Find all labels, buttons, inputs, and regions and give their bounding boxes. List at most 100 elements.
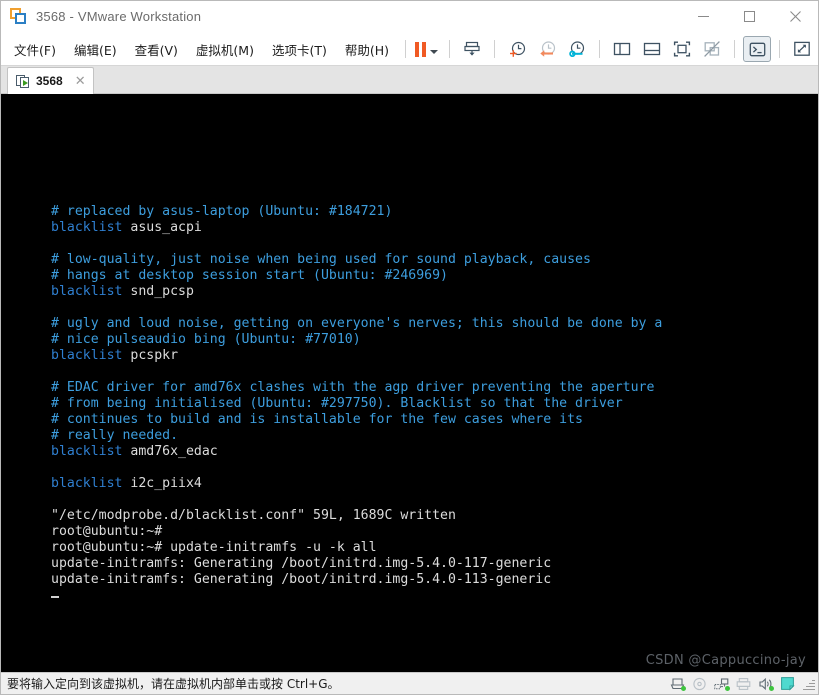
terminal-text: update-initramfs: Generating /boot/initr…	[51, 556, 552, 571]
terminal-line: blacklist pcspkr	[51, 348, 818, 364]
terminal-text: i2c_piix4	[122, 476, 202, 491]
suspend-button[interactable]	[415, 41, 427, 57]
toolbar-divider-6	[779, 40, 781, 58]
snapshot-add-icon	[508, 40, 527, 59]
terminal-text: root@ubuntu:~# update-initramfs -u -k al…	[51, 540, 377, 555]
maximize-button[interactable]	[726, 2, 772, 32]
unity-disabled-icon	[703, 40, 721, 58]
status-device-usb[interactable]	[776, 675, 798, 693]
tab-strip: 3568 ✕	[1, 66, 818, 94]
device-status-dot	[769, 685, 774, 691]
status-device-harddisk[interactable]	[666, 675, 688, 693]
show-thumbnails-button[interactable]	[638, 36, 666, 62]
terminal-line: blacklist i2c_piix4	[51, 476, 818, 492]
printer-icon	[736, 677, 751, 691]
fullscreen-icon	[673, 40, 691, 58]
close-button[interactable]	[772, 2, 818, 32]
menu-file[interactable]: 文件(F)	[6, 36, 64, 63]
snapshot-manager-button[interactable]	[563, 36, 591, 62]
menu-and-toolbar: 文件(F) 编辑(E) 查看(V) 虚拟机(M) 选项卡(T) 帮助(H)	[1, 33, 818, 66]
revert-snapshot-button[interactable]	[533, 36, 561, 62]
title-bar: 3568 - VMware Workstation	[1, 1, 818, 33]
terminal-text: # continues to build and is installable …	[51, 412, 583, 427]
terminal-line: root@ubuntu:~#	[51, 524, 818, 540]
snapshot-manager-icon	[568, 40, 587, 59]
terminal-line: update-initramfs: Generating /boot/initr…	[51, 572, 818, 588]
terminal-text: blacklist	[51, 220, 123, 235]
status-device-network[interactable]	[710, 675, 732, 693]
terminal-icon	[749, 41, 766, 58]
usb-device-icon	[780, 676, 795, 691]
terminal-text: blacklist	[51, 348, 123, 363]
watermark-text: CSDN @Cappuccino-jay	[645, 653, 806, 668]
vm-running-icon	[16, 74, 30, 88]
unity-mode-button[interactable]	[698, 36, 726, 62]
chevron-down-icon	[430, 50, 439, 54]
terminal-text: # replaced by asus-laptop (Ubuntu: #1847…	[51, 204, 393, 219]
status-device-sound[interactable]	[754, 675, 776, 693]
fullscreen-button[interactable]	[668, 36, 696, 62]
terminal-line: root@ubuntu:~# update-initramfs -u -k al…	[51, 540, 818, 556]
toolbar-divider-4	[599, 40, 601, 58]
send-ctrl-alt-del-button[interactable]	[458, 36, 486, 62]
terminal-text: # hangs at desktop session start (Ubuntu…	[51, 268, 448, 283]
terminal-line	[51, 588, 818, 604]
terminal-line: update-initramfs: Generating /boot/initr…	[51, 556, 818, 572]
resize-grip[interactable]	[801, 677, 815, 691]
terminal-text: # low-quality, just noise when being use…	[51, 252, 591, 267]
terminal-text: amd76x_edac	[122, 444, 218, 459]
terminal-line: blacklist snd_pcsp	[51, 284, 818, 300]
vm-console-screen[interactable]: # replaced by asus-laptop (Ubuntu: #1847…	[1, 94, 818, 672]
terminal-line: blacklist amd76x_edac	[51, 444, 818, 460]
device-status-dot	[681, 685, 686, 691]
menu-edit[interactable]: 编辑(E)	[66, 36, 125, 63]
status-device-cdrom[interactable]	[688, 675, 710, 693]
power-dropdown[interactable]	[426, 37, 442, 61]
tab-3568[interactable]: 3568 ✕	[7, 67, 94, 94]
cd-icon	[692, 677, 707, 691]
tab-label: 3568	[36, 74, 63, 88]
terminal-text: # from being initialised (Ubuntu: #29775…	[51, 396, 623, 411]
terminal-text: # really needed.	[51, 428, 179, 443]
terminal-text: update-initramfs: Generating /boot/initr…	[51, 572, 552, 587]
terminal-line: # hangs at desktop session start (Ubuntu…	[51, 268, 818, 284]
menu-tabs[interactable]: 选项卡(T)	[264, 36, 335, 63]
panel-left-icon	[613, 40, 631, 58]
terminal-text: blacklist	[51, 476, 123, 491]
terminal-text: asus_acpi	[122, 220, 202, 235]
toolbar-divider-2	[449, 40, 451, 58]
expand-arrows-icon	[793, 40, 811, 58]
terminal-text: snd_pcsp	[122, 284, 194, 299]
terminal-line: # nice pulseaudio bing (Ubuntu: #77010)	[51, 332, 818, 348]
take-snapshot-button[interactable]	[503, 36, 531, 62]
stretch-guest-button[interactable]	[788, 36, 816, 62]
menu-vm[interactable]: 虚拟机(M)	[188, 36, 262, 63]
minimize-button[interactable]	[680, 2, 726, 32]
terminal-line: # replaced by asus-laptop (Ubuntu: #1847…	[51, 204, 818, 220]
terminal-text: # nice pulseaudio bing (Ubuntu: #77010)	[51, 332, 361, 347]
vmware-workstation-window: 3568 - VMware Workstation 文件(F) 编辑(E) 查看…	[0, 0, 819, 695]
console-view-button[interactable]	[743, 36, 772, 62]
terminal-text: # EDAC driver for amd76x clashes with th…	[51, 380, 655, 395]
show-library-button[interactable]	[608, 36, 636, 62]
terminal-line: # continues to build and is installable …	[51, 412, 818, 428]
terminal-text: "/etc/modprobe.d/blacklist.conf" 59L, 16…	[51, 508, 456, 523]
toolbar-divider-1	[405, 40, 407, 58]
terminal-cursor	[51, 596, 59, 598]
device-status-dot	[725, 685, 730, 691]
panel-bottom-icon	[643, 40, 661, 58]
terminal-line: # from being initialised (Ubuntu: #29775…	[51, 396, 818, 412]
tab-close-icon[interactable]: ✕	[75, 75, 86, 88]
menu-view[interactable]: 查看(V)	[127, 36, 186, 63]
menu-help[interactable]: 帮助(H)	[337, 36, 397, 63]
terminal-line: # really needed.	[51, 428, 818, 444]
vmware-logo-icon	[10, 7, 28, 26]
terminal-text: blacklist	[51, 444, 123, 459]
pause-icon	[415, 41, 427, 57]
toolbar-divider-5	[734, 40, 736, 58]
status-device-printer[interactable]	[732, 675, 754, 693]
